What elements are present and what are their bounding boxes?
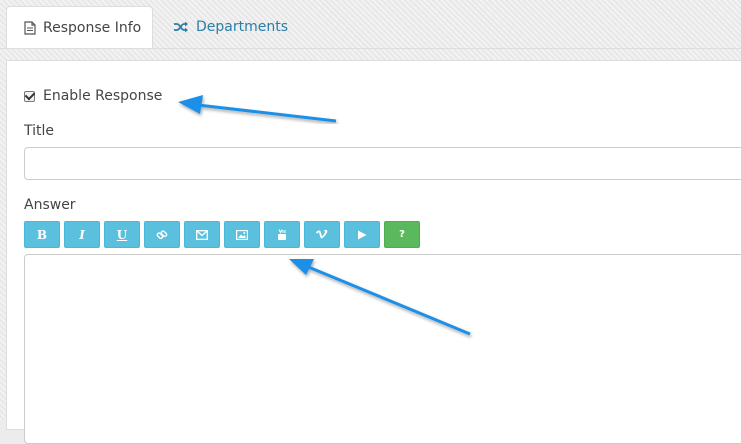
italic-icon: I bbox=[79, 227, 85, 242]
link-button[interactable] bbox=[144, 221, 180, 248]
vimeo-button[interactable] bbox=[304, 221, 340, 248]
italic-button[interactable]: I bbox=[64, 221, 100, 248]
image-button[interactable] bbox=[224, 221, 260, 248]
document-icon bbox=[24, 21, 36, 35]
link-icon bbox=[156, 229, 168, 239]
answer-label: Answer bbox=[24, 197, 76, 213]
tab-departments[interactable]: Departments bbox=[170, 6, 288, 48]
bold-button[interactable]: B bbox=[24, 221, 60, 248]
tab-label: Response Info bbox=[43, 20, 142, 36]
tab-bar: Response Info Departments bbox=[0, 0, 741, 49]
youtube-button[interactable] bbox=[264, 221, 300, 248]
youtube-icon bbox=[278, 228, 286, 240]
video-button[interactable] bbox=[344, 221, 380, 248]
email-button[interactable] bbox=[184, 221, 220, 248]
enable-response-checkbox[interactable] bbox=[24, 90, 35, 102]
answer-textarea[interactable] bbox=[24, 254, 741, 444]
title-input[interactable] bbox=[24, 147, 741, 180]
tab-label: Departments bbox=[196, 19, 289, 35]
enable-response-row: Enable Response bbox=[24, 88, 162, 104]
play-icon bbox=[358, 230, 367, 239]
bold-icon: B bbox=[36, 227, 48, 242]
response-form-panel: Enable Response Title Answer B I U ? bbox=[6, 60, 741, 444]
picture-icon bbox=[236, 229, 248, 240]
vimeo-icon bbox=[316, 229, 328, 238]
envelope-icon bbox=[196, 229, 208, 240]
underline-icon: U bbox=[116, 227, 128, 242]
help-button[interactable]: ? bbox=[384, 221, 420, 248]
shuffle-icon bbox=[174, 21, 188, 33]
help-icon: ? bbox=[399, 229, 405, 240]
underline-button[interactable]: U bbox=[104, 221, 140, 248]
tab-divider bbox=[0, 48, 741, 49]
title-label: Title bbox=[24, 123, 55, 139]
enable-response-label[interactable]: Enable Response bbox=[43, 88, 162, 104]
tab-response-info[interactable]: Response Info bbox=[6, 6, 153, 49]
